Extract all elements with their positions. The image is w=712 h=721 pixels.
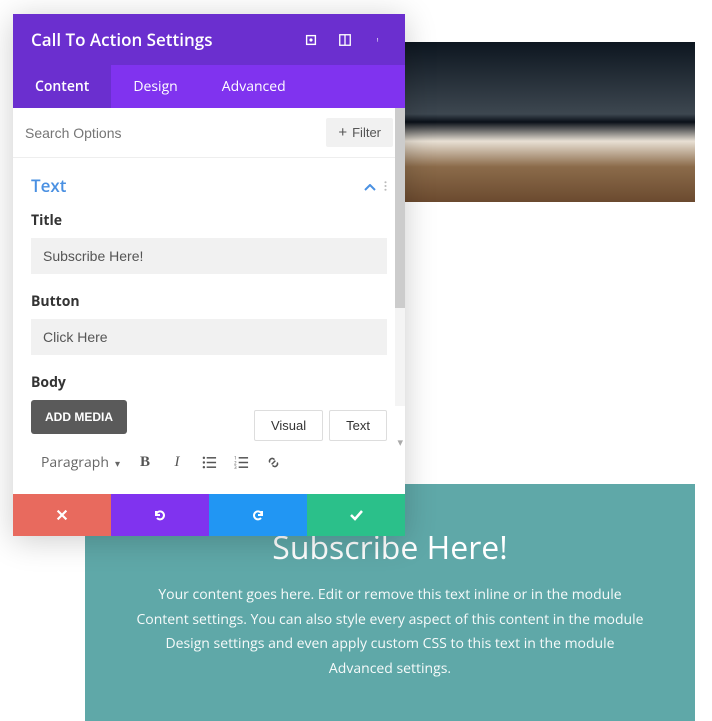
title-input[interactable] (31, 238, 387, 274)
editor-tab-text[interactable]: Text (329, 410, 387, 441)
undo-button[interactable] (111, 494, 209, 536)
link-button[interactable] (260, 450, 286, 476)
cta-body: Your content goes here. Edit or remove t… (133, 583, 647, 681)
tab-bar: Content Design Advanced (13, 65, 405, 108)
numbered-list-button[interactable]: 123 (228, 450, 254, 476)
tab-advanced[interactable]: Advanced (200, 65, 308, 108)
search-input[interactable] (25, 119, 316, 147)
bullet-list-button[interactable] (196, 450, 222, 476)
cancel-button[interactable] (13, 494, 111, 536)
plus-icon: + (338, 125, 347, 140)
footer-actions (13, 494, 405, 536)
button-label: Button (31, 292, 387, 311)
scrollbar-thumb[interactable] (395, 108, 405, 308)
scrollbar[interactable] (395, 108, 405, 406)
add-media-button[interactable]: ADD MEDIA (31, 400, 127, 434)
settings-panel: Call To Action Settings Content Design A… (13, 14, 405, 536)
collapse-icon[interactable] (364, 175, 376, 197)
more-icon[interactable] (371, 32, 387, 48)
expand-icon[interactable] (303, 32, 319, 48)
bold-button[interactable]: B (132, 450, 158, 476)
svg-text:3: 3 (234, 465, 237, 470)
filter-button[interactable]: + Filter (326, 118, 393, 147)
redo-button[interactable] (209, 494, 307, 536)
italic-button[interactable]: I (164, 450, 190, 476)
panel-header: Call To Action Settings (13, 14, 405, 65)
body-label: Body (31, 373, 387, 392)
format-select[interactable]: Paragraph ▾ (35, 449, 126, 476)
expand-chevron-icon[interactable]: ▾ (397, 435, 403, 450)
dropdown-icon: ▾ (115, 456, 120, 470)
filter-label: Filter (352, 125, 381, 140)
panel-title: Call To Action Settings (31, 28, 213, 51)
columns-icon[interactable] (337, 32, 353, 48)
editor-tab-visual[interactable]: Visual (254, 410, 323, 441)
title-label: Title (31, 211, 387, 230)
format-label: Paragraph (41, 453, 109, 472)
tab-content[interactable]: Content (13, 65, 111, 108)
tab-design[interactable]: Design (111, 65, 199, 108)
section-title[interactable]: Text (31, 174, 67, 197)
section-more-icon[interactable] (384, 175, 387, 197)
button-input[interactable] (31, 319, 387, 355)
save-button[interactable] (307, 494, 405, 536)
